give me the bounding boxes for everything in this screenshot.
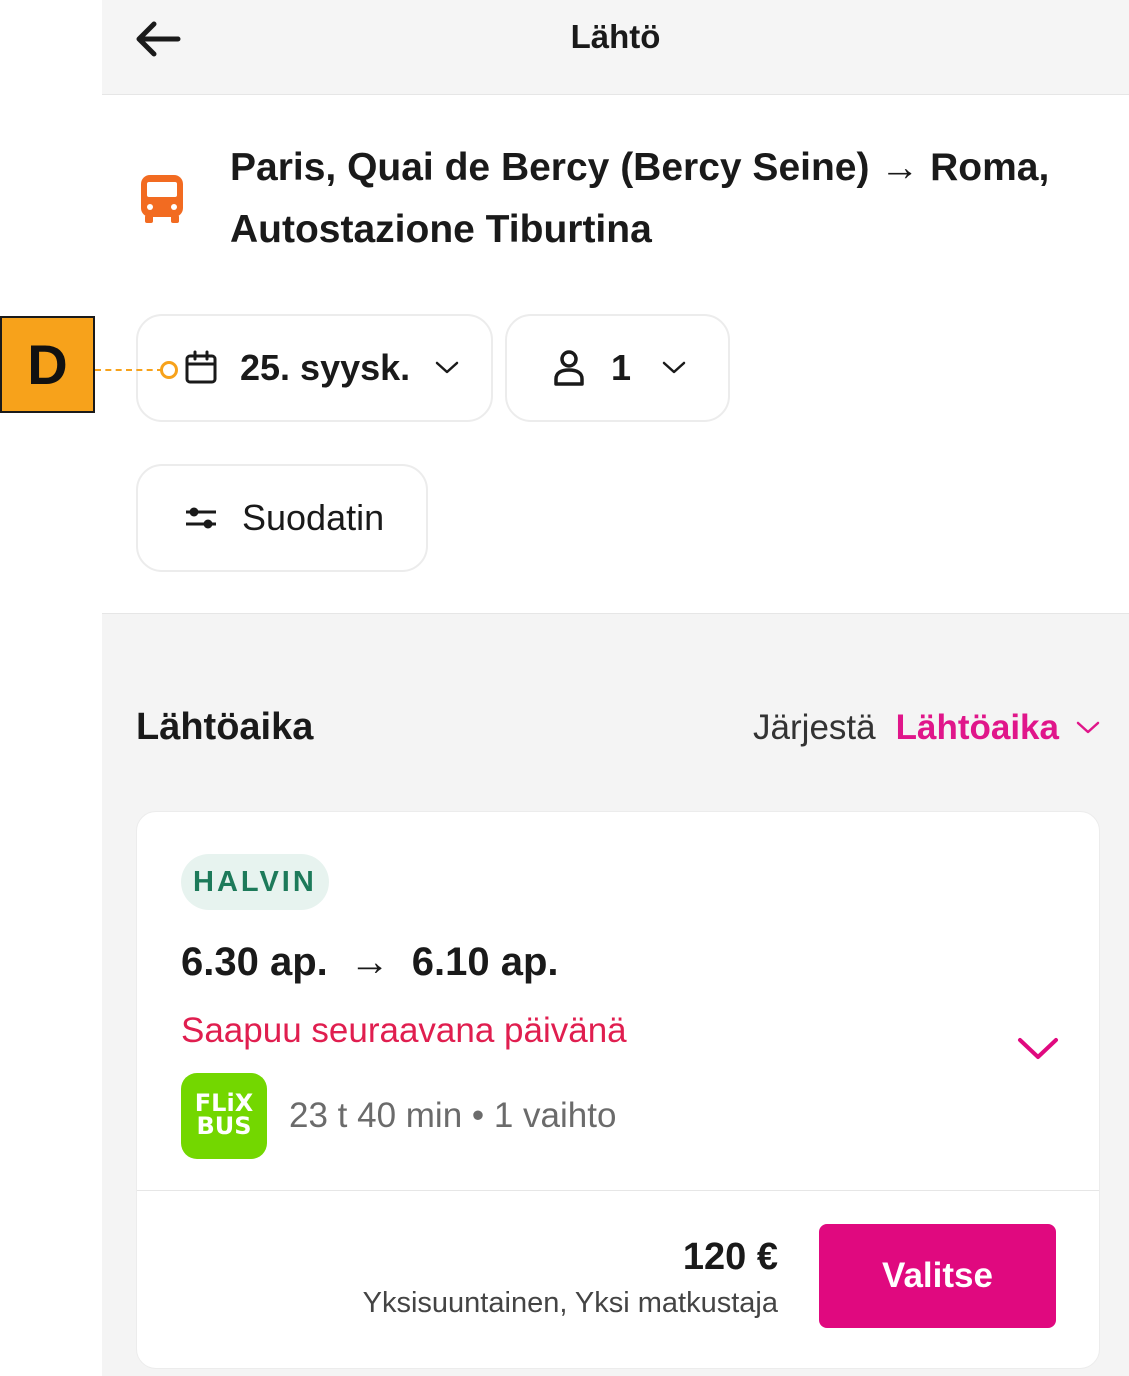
person-icon — [554, 350, 584, 386]
trip-duration: 23 t 40 min • 1 vaihto — [289, 1096, 617, 1135]
expand-chevron-icon[interactable] — [1015, 1028, 1061, 1068]
chevron-down-icon — [435, 361, 459, 374]
chevron-down-icon — [662, 361, 686, 374]
passenger-selector[interactable]: 1 — [505, 314, 730, 422]
next-day-notice: Saapuu seuraavana päivänä — [181, 1011, 627, 1050]
flixbus-logo: FLiX BUS — [181, 1073, 267, 1159]
annotation-callout-d: D — [0, 316, 95, 413]
cheapest-badge: HALVIN — [181, 854, 329, 910]
sort-dropdown[interactable]: Järjestä Lähtöaika — [753, 708, 1101, 748]
arrival-time: 6.10 ap. — [411, 940, 559, 984]
page-title: Lähtö — [570, 18, 661, 55]
connection-card[interactable]: HALVIN 6.30 ap. → 6.10 ap. Saapuu seuraava… — [136, 811, 1100, 1369]
results-heading: Lähtöaika — [136, 706, 314, 748]
times-arrow: → — [349, 940, 390, 984]
route-title: Paris, Quai de Bercy (Bercy Seine) → Rom… — [230, 146, 1050, 251]
passenger-count: 1 — [611, 347, 632, 388]
price: 120 € — [682, 1236, 778, 1278]
bus-icon — [141, 175, 183, 223]
calendar-icon — [185, 350, 217, 384]
departure-time: 6.30 ap. — [181, 940, 328, 984]
app-window: Lähtö Paris, Quai de Bercy (Bercy Seine)… — [102, 0, 1129, 1376]
card-divider — [137, 1190, 1099, 1191]
annotation-connector — [95, 369, 163, 371]
filter-label: Suodatin — [242, 497, 385, 538]
sort-value: Lähtöaika — [895, 708, 1059, 747]
annotation-target-dot — [160, 361, 178, 379]
select-button[interactable]: Valitse — [819, 1224, 1056, 1328]
date-selector[interactable]: 25. syysk. — [136, 314, 493, 422]
price-note: Yksisuuntainen, Yksi matkustaja — [362, 1287, 778, 1319]
sliders-icon — [186, 507, 216, 529]
sort-label: Järjestä — [753, 708, 876, 747]
chevron-down-icon — [1076, 721, 1100, 734]
results-section: Lähtöaika Järjestä Lähtöaika HALVIN 6.30… — [102, 613, 1129, 1376]
route-section: Paris, Quai de Bercy (Bercy Seine) → Rom… — [102, 95, 1129, 613]
date-value: 25. syysk. — [240, 347, 411, 388]
filter-button[interactable]: Suodatin — [136, 464, 428, 572]
trip-times: 6.30 ap. → 6.10 ap. — [181, 940, 559, 985]
top-bar: Lähtö — [102, 0, 1129, 95]
